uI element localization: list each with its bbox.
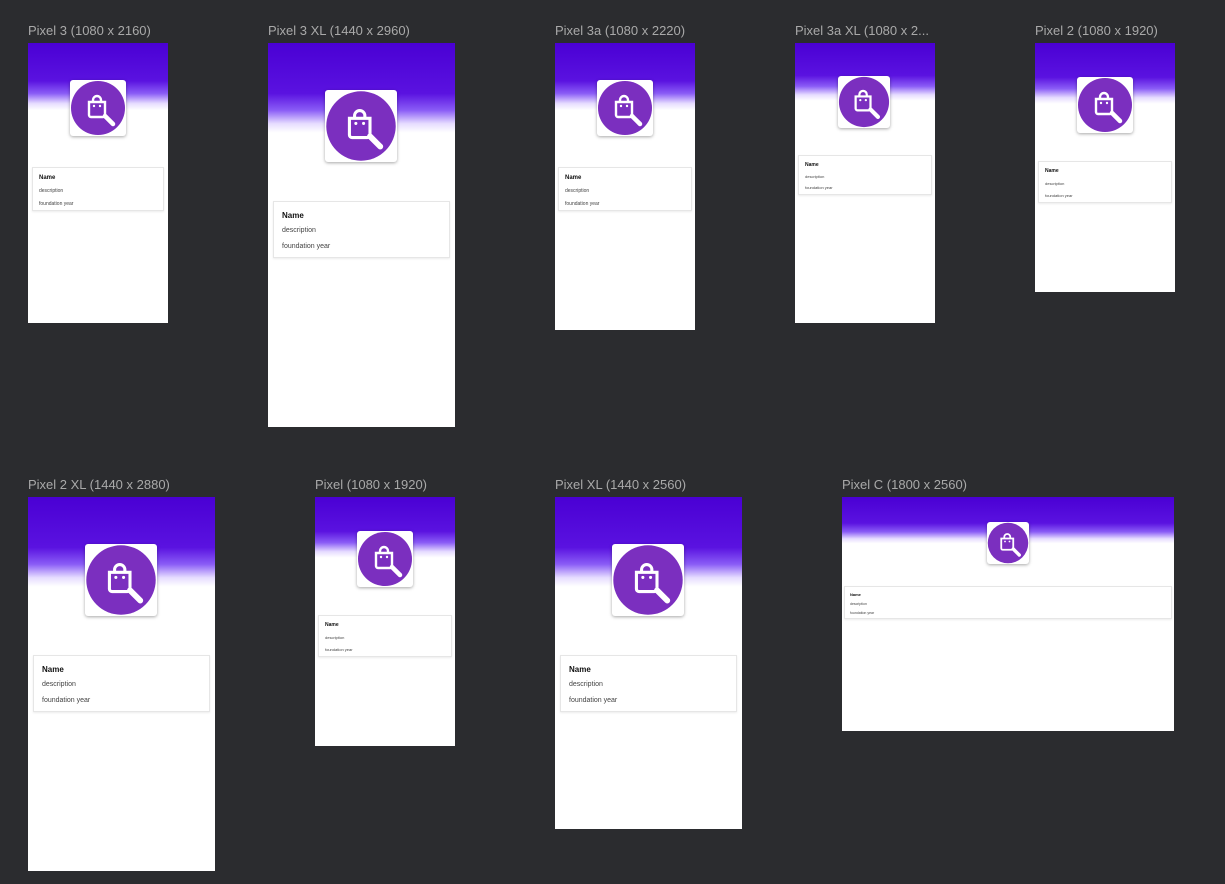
shopping-bag-search-icon [838,76,890,128]
device-preview-pixel-xl[interactable]: Pixel XL (1440 x 2560) Name description … [555,477,742,829]
card-description: description [1045,181,1065,186]
card-description: description [565,188,590,194]
shopping-bag-search-icon [987,522,1029,564]
device-label: Pixel 2 (1080 x 1920) [1035,23,1158,38]
card-foundation-year: foundation year [39,201,74,207]
card-name: Name [569,665,591,674]
card-name: Name [850,592,861,597]
device-preview-pixel-3a-xl[interactable]: Pixel 3a XL (1080 x 2... Name descriptio… [795,23,935,323]
card-foundation-year: foundation year [805,185,833,190]
device-screen: Name description foundation year [28,43,168,323]
card-foundation-year: foundation year [1045,193,1073,198]
shopping-bag-search-icon [71,81,125,135]
card-name: Name [42,665,64,674]
device-label: Pixel 3 (1080 x 2160) [28,23,151,38]
card-description: description [42,681,76,688]
app-icon [357,531,413,587]
company-card[interactable]: Name description foundation year [560,655,737,712]
device-label: Pixel (1080 x 1920) [315,477,428,492]
shopping-bag-search-icon [598,81,652,135]
device-preview-pixel-2-xl[interactable]: Pixel 2 XL (1440 x 2880) Name descriptio… [28,477,215,871]
device-preview-pixel-3[interactable]: Pixel 3 (1080 x 2160) Name description f… [28,23,168,323]
shopping-bag-search-icon [326,91,396,161]
company-card[interactable]: Name description foundation year [558,167,692,211]
device-label: Pixel XL (1440 x 2560) [555,477,687,492]
app-icon [987,522,1029,564]
device-label: Pixel 3 XL (1440 x 2960) [268,23,410,38]
card-name: Name [282,211,304,220]
company-card[interactable]: Name description foundation year [33,655,210,712]
device-screen: Name description foundation year [795,43,935,323]
device-screen: Name description foundation year [555,497,742,829]
device-screen: Name description foundation year [28,497,215,871]
card-description: description [325,635,345,640]
card-description: description [39,188,64,194]
app-icon [1077,77,1133,133]
device-label: Pixel C (1800 x 2560) [842,477,968,492]
app-icon [838,76,890,128]
device-screen: Name description foundation year [555,43,695,330]
shopping-bag-search-icon [613,545,683,615]
card-name: Name [325,622,339,628]
device-label: Pixel 3a XL (1080 x 2... [795,23,929,38]
device-label: Pixel 2 XL (1440 x 2880) [28,477,170,492]
card-name: Name [1045,168,1059,174]
device-preview-pixel[interactable]: Pixel (1080 x 1920) Name description fou… [315,477,455,746]
card-name: Name [565,175,582,181]
shopping-bag-search-icon [358,532,412,586]
device-preview-pixel-2[interactable]: Pixel 2 (1080 x 1920) Name description f… [1035,23,1175,292]
card-name: Name [39,175,56,181]
card-foundation-year: foundation year [569,697,618,704]
device-screen: Name description foundation year [1035,43,1175,292]
app-icon [85,544,157,616]
company-card[interactable]: Name description foundation year [844,586,1172,619]
device-preview-pixel-3a[interactable]: Pixel 3a (1080 x 2220) Name description … [555,23,695,330]
device-screen: Name description foundation year [268,43,455,427]
company-card[interactable]: Name description foundation year [273,201,450,258]
card-name: Name [805,162,819,168]
card-foundation-year: foundation year [42,697,91,704]
device-screen: Name description foundation year [315,497,455,746]
shopping-bag-search-icon [1078,78,1132,132]
app-icon [612,544,684,616]
card-description: description [282,227,316,234]
shopping-bag-search-icon [86,545,156,615]
card-foundation-year: foundation year [282,243,331,250]
device-label: Pixel 3a (1080 x 2220) [555,23,686,38]
company-card[interactable]: Name description foundation year [1038,161,1172,203]
app-icon [325,90,397,162]
card-description: description [805,174,825,179]
company-card[interactable]: Name description foundation year [318,615,452,657]
device-screen: Name description foundation year [842,497,1174,731]
app-icon [70,80,126,136]
card-foundation-year: foundation year [850,611,875,615]
card-foundation-year: foundation year [325,647,353,652]
device-preview-pixel-c[interactable]: Pixel C (1800 x 2560) Name description f… [842,477,1174,731]
company-card[interactable]: Name description foundation year [32,167,164,211]
device-preview-pixel-3-xl[interactable]: Pixel 3 XL (1440 x 2960) Name descriptio… [268,23,455,427]
card-description: description [569,681,603,688]
card-foundation-year: foundation year [565,201,600,207]
company-card[interactable]: Name description foundation year [798,155,932,195]
app-icon [597,80,653,136]
card-description: description [850,602,867,606]
